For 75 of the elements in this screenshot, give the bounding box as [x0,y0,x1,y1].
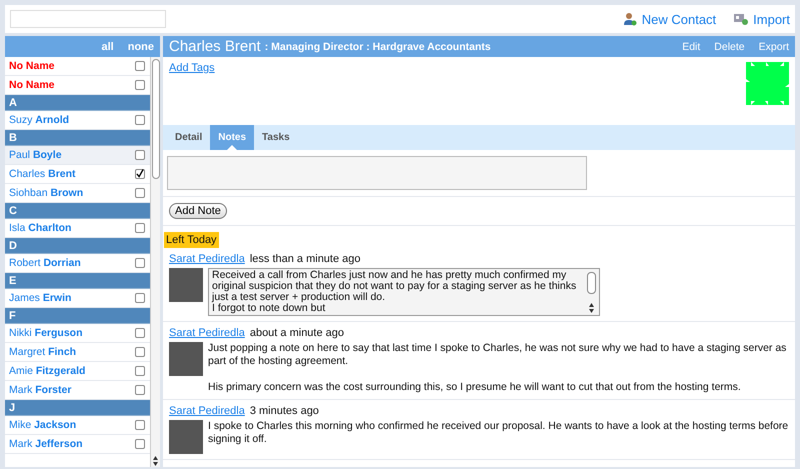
contact-link[interactable]: Nikki Ferguson [9,327,135,339]
checkbox[interactable] [135,328,145,338]
checkbox[interactable] [135,115,145,125]
tab[interactable]: Detail [167,125,210,150]
note-text-area[interactable]: Received a call from Charles just now and he has pretty much confirmed my original suspicion that they do not want to pay for a staging server as he thinks just a test server + production will do. I forgot to note down but [208,268,600,316]
note-text: Just popping a note on here to say that last time I spoke to Charles, he was not sure why we had to have a staging server as part of the hosting agreement. His primary concern was the cost surrounding this, so I presume he will want to cut that out from the hosting terms. [208,342,788,394]
contact-link[interactable]: Charles Brent [9,168,135,180]
photo-placeholder [169,342,203,376]
contact-link[interactable]: Margret Finch [9,346,135,358]
header-action-link[interactable]: Export [758,40,789,52]
checkbox[interactable] [135,61,145,71]
contact-link[interactable]: Mark Jefferson [9,438,135,450]
add-tags-link[interactable]: Add Tags [169,62,215,74]
note-time: 3 minutes ago [250,405,319,417]
checkbox[interactable] [135,293,145,303]
checkbox[interactable] [135,366,145,376]
contact-subtitle: : Managing Director : Hardgrave Accountants [264,40,492,52]
contact-link[interactable]: Suzy Arnold [9,114,135,126]
note-text: I spoke to Charles this morning who confirmed he received our proposal. He wants to have a look at the hosting terms before signing it off. [208,420,789,447]
note-input[interactable] [167,156,587,190]
top-action-link[interactable]: New Contact [642,12,716,26]
top-action-link[interactable]: Import [753,12,790,26]
contact-name: Charles Brent [169,38,261,55]
checkbox[interactable] [135,258,145,268]
contact-link[interactable]: No Name [9,79,135,91]
checkbox[interactable] [135,420,145,430]
scrollbar[interactable] [150,57,160,467]
scroll-up-icon[interactable] [153,456,158,460]
header-action-link[interactable]: Edit [682,40,700,52]
group-header: C [5,203,150,219]
identicon-icon [746,62,789,105]
checkbox[interactable] [135,223,145,233]
person-icon [622,12,637,26]
group-header: D [5,238,150,254]
import-icon [734,13,748,25]
tab[interactable]: Tasks [254,125,298,150]
checkbox[interactable] [135,169,145,179]
group-header: B [5,130,150,146]
contact-link[interactable]: Amie Fitzgerald [9,365,135,377]
tab[interactable]: Notes [210,125,254,150]
checkbox[interactable] [135,80,145,90]
author-link[interactable]: Sarat Pediredla [169,327,245,339]
search-field[interactable] [10,10,166,28]
checkbox[interactable] [135,150,145,160]
contact-link[interactable]: Mark Forster [9,384,135,396]
scroll-down-icon[interactable] [588,309,594,313]
checkbox[interactable] [135,439,145,449]
checkbox[interactable] [135,347,145,357]
note-time: less than a minute ago [250,253,361,265]
photo-placeholder [169,268,203,302]
add-note-button[interactable]: Add Note [169,203,227,219]
photo-placeholder [169,420,203,454]
scrollbar-thumb[interactable] [152,59,160,179]
contact-link[interactable]: James Erwin [9,292,135,304]
contact-link[interactable]: Robert Dorrian [9,257,135,269]
author-link[interactable]: Sarat Pediredla [169,405,245,417]
contact-link[interactable]: Mike Jackson [9,419,135,431]
note-time: about a minute ago [250,327,344,339]
header-action-link[interactable]: Delete [714,40,745,52]
section-label: Left Today [164,232,219,248]
select-link[interactable]: none [128,40,154,52]
scrollbar-thumb[interactable] [586,272,596,294]
checkbox[interactable] [135,188,145,198]
checkbox[interactable] [135,385,145,395]
contact-link[interactable]: Siohban Brown [9,187,135,199]
author-link[interactable]: Sarat Pediredla [169,253,245,265]
group-header: A [5,95,150,111]
group-header: J [5,400,150,416]
group-header: F [5,308,150,324]
group-header: E [5,273,150,289]
scroll-up-icon[interactable] [588,303,594,307]
contact-link[interactable]: Isla Charlton [9,222,135,234]
scroll-down-icon[interactable] [153,462,158,466]
select-link[interactable]: all [101,40,114,52]
contact-link[interactable]: No Name [9,60,135,72]
